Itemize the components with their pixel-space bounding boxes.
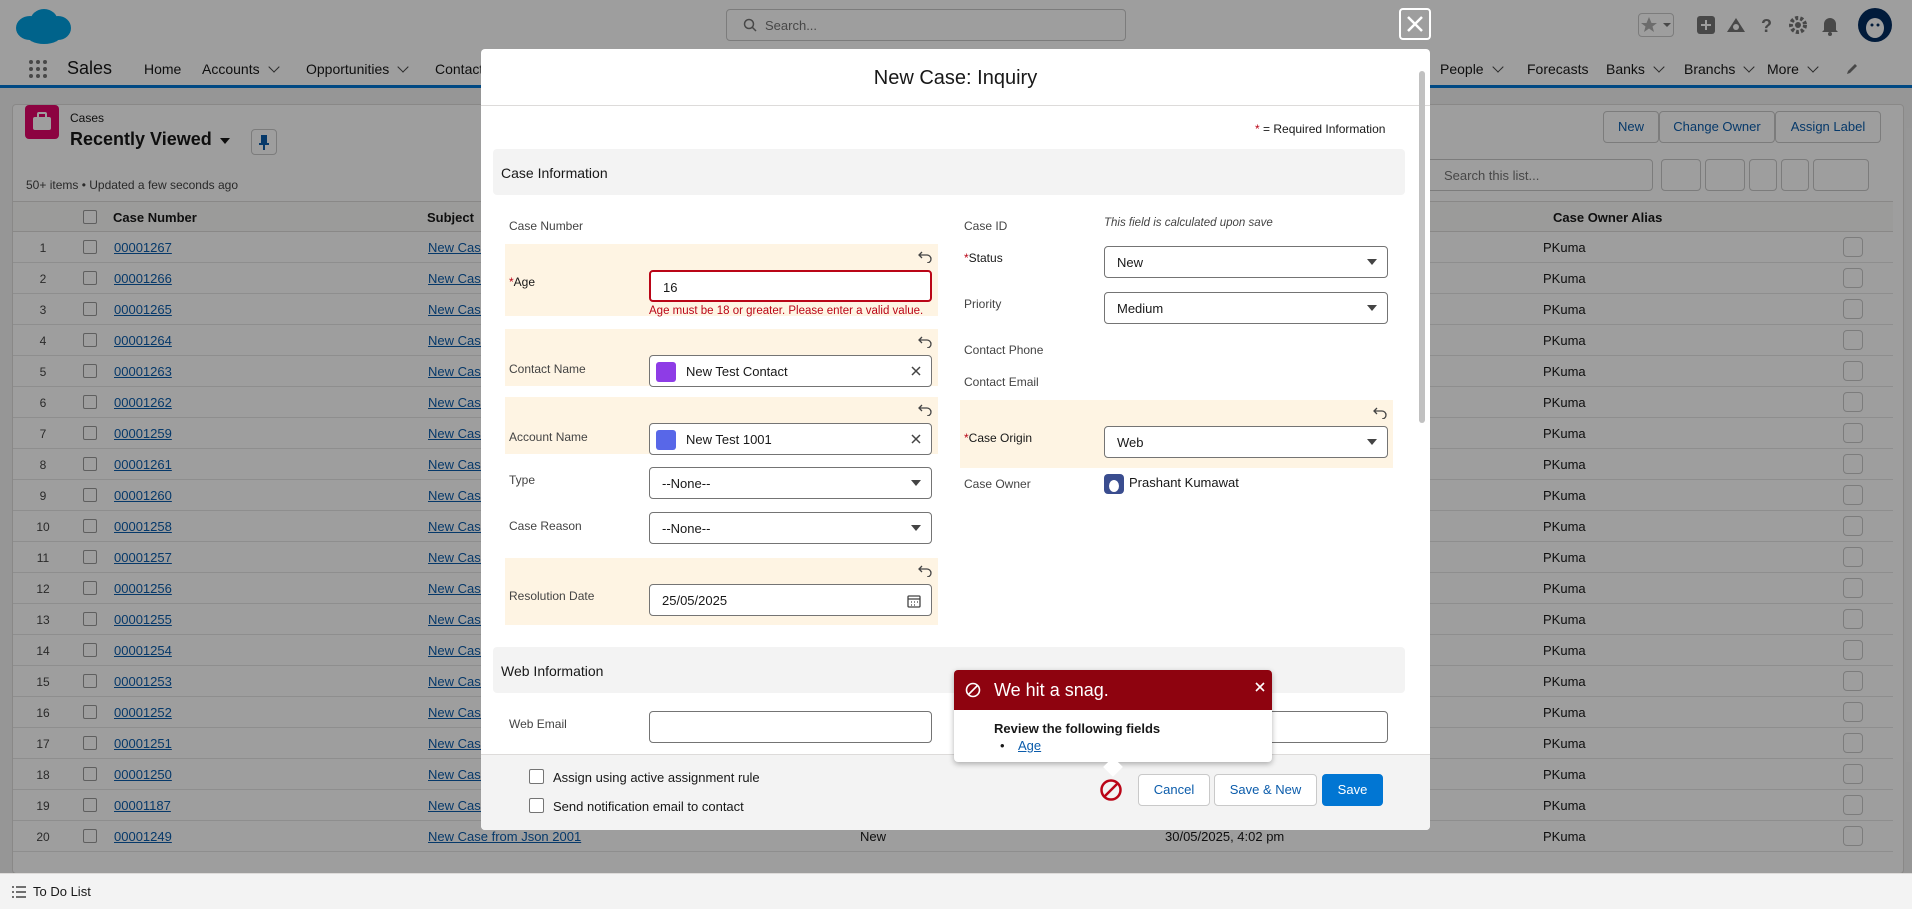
status-label: *Status <box>964 251 1003 265</box>
type-label: Type <box>509 473 536 487</box>
todo-list-button[interactable]: To Do List <box>33 884 91 899</box>
close-icon <box>1407 16 1423 32</box>
clear-icon[interactable] <box>909 432 923 446</box>
assign-rule-label: Assign using active assignment rule <box>553 770 760 785</box>
contact-email-label: Contact Email <box>964 375 1039 389</box>
case-reason-select[interactable]: --None-- <box>649 512 932 544</box>
priority-select[interactable]: Medium <box>1104 292 1388 324</box>
modal-title: New Case: Inquiry <box>873 67 1038 89</box>
age-input[interactable]: 16 <box>649 270 932 302</box>
send-notification-checkbox[interactable] <box>529 798 544 813</box>
age-label: *Age <box>509 275 536 289</box>
save-button[interactable]: Save <box>1322 774 1383 806</box>
account-name-lookup[interactable]: New Test 1001 <box>649 423 932 455</box>
utility-bar: To Do List <box>0 873 1912 909</box>
error-popover-header: We hit a snag. <box>954 670 1272 710</box>
error-ban-icon[interactable] <box>1099 778 1123 802</box>
contact-phone-label: Contact Phone <box>964 343 1044 357</box>
web-email-input[interactable] <box>649 711 932 743</box>
resolution-date-label: Resolution Date <box>509 589 595 603</box>
case-reason-label: Case Reason <box>509 519 582 533</box>
chevron-down-icon <box>1367 439 1377 445</box>
status-select[interactable]: New <box>1104 246 1388 278</box>
error-review-text: Review the following fields <box>994 721 1161 736</box>
save-and-new-button[interactable]: Save & New <box>1214 774 1317 806</box>
chevron-down-icon <box>911 480 921 486</box>
undo-icon[interactable] <box>1373 405 1387 419</box>
error-title: We hit a snag. <box>994 680 1109 700</box>
error-popover: We hit a snag. Review the following fiel… <box>954 670 1272 777</box>
case-number-label: Case Number <box>509 219 584 233</box>
account-icon <box>656 430 676 450</box>
close-icon[interactable] <box>1254 681 1266 693</box>
case-owner-value[interactable]: Prashant Kumawat <box>1129 475 1239 490</box>
web-email-label: Web Email <box>509 717 567 731</box>
list-icon <box>12 886 26 898</box>
chevron-down-icon <box>1367 305 1377 311</box>
send-notification-label: Send notification email to contact <box>553 799 744 814</box>
contact-name-label: Contact Name <box>509 362 586 376</box>
error-bullet: • <box>1000 738 1005 753</box>
modal-footer: Assign using active assignment rule Send… <box>481 754 1430 830</box>
case-origin-label: *Case Origin <box>964 431 1033 445</box>
owner-avatar-icon <box>1104 474 1124 494</box>
case-origin-select[interactable]: Web <box>1104 426 1388 458</box>
account-name-label: Account Name <box>509 430 588 444</box>
undo-icon[interactable] <box>918 563 932 577</box>
ban-icon <box>965 682 981 698</box>
undo-icon[interactable] <box>918 334 932 348</box>
assign-rule-checkbox[interactable] <box>529 769 544 784</box>
close-modal-button[interactable] <box>1399 8 1431 40</box>
section-case-information[interactable]: Case Information <box>493 149 1405 195</box>
contact-icon <box>656 362 676 382</box>
chevron-down-icon <box>911 525 921 531</box>
undo-icon[interactable] <box>918 249 932 263</box>
case-id-label: Case ID <box>964 219 1008 233</box>
type-select[interactable]: --None-- <box>649 467 932 499</box>
case-owner-label: Case Owner <box>964 477 1031 491</box>
required-legend: * = Required Information <box>1255 122 1386 136</box>
chevron-down-icon <box>1367 259 1377 265</box>
modal-scrollbar[interactable] <box>1417 53 1427 823</box>
undo-icon[interactable] <box>918 402 932 416</box>
priority-label: Priority <box>964 297 1002 311</box>
age-error-text: Age must be 18 or greater. Please enter … <box>649 305 924 317</box>
cancel-button[interactable]: Cancel <box>1138 774 1210 806</box>
contact-name-lookup[interactable]: New Test Contact <box>649 355 932 387</box>
clear-icon[interactable] <box>909 364 923 378</box>
resolution-date-input[interactable]: 25/05/2025 <box>649 584 932 616</box>
modal-header: New Case: Inquiry <box>481 49 1430 106</box>
error-field-link-age[interactable]: Age <box>1018 738 1041 753</box>
calendar-icon[interactable] <box>907 594 921 608</box>
case-id-value: This field is calculated upon save <box>1104 217 1273 229</box>
